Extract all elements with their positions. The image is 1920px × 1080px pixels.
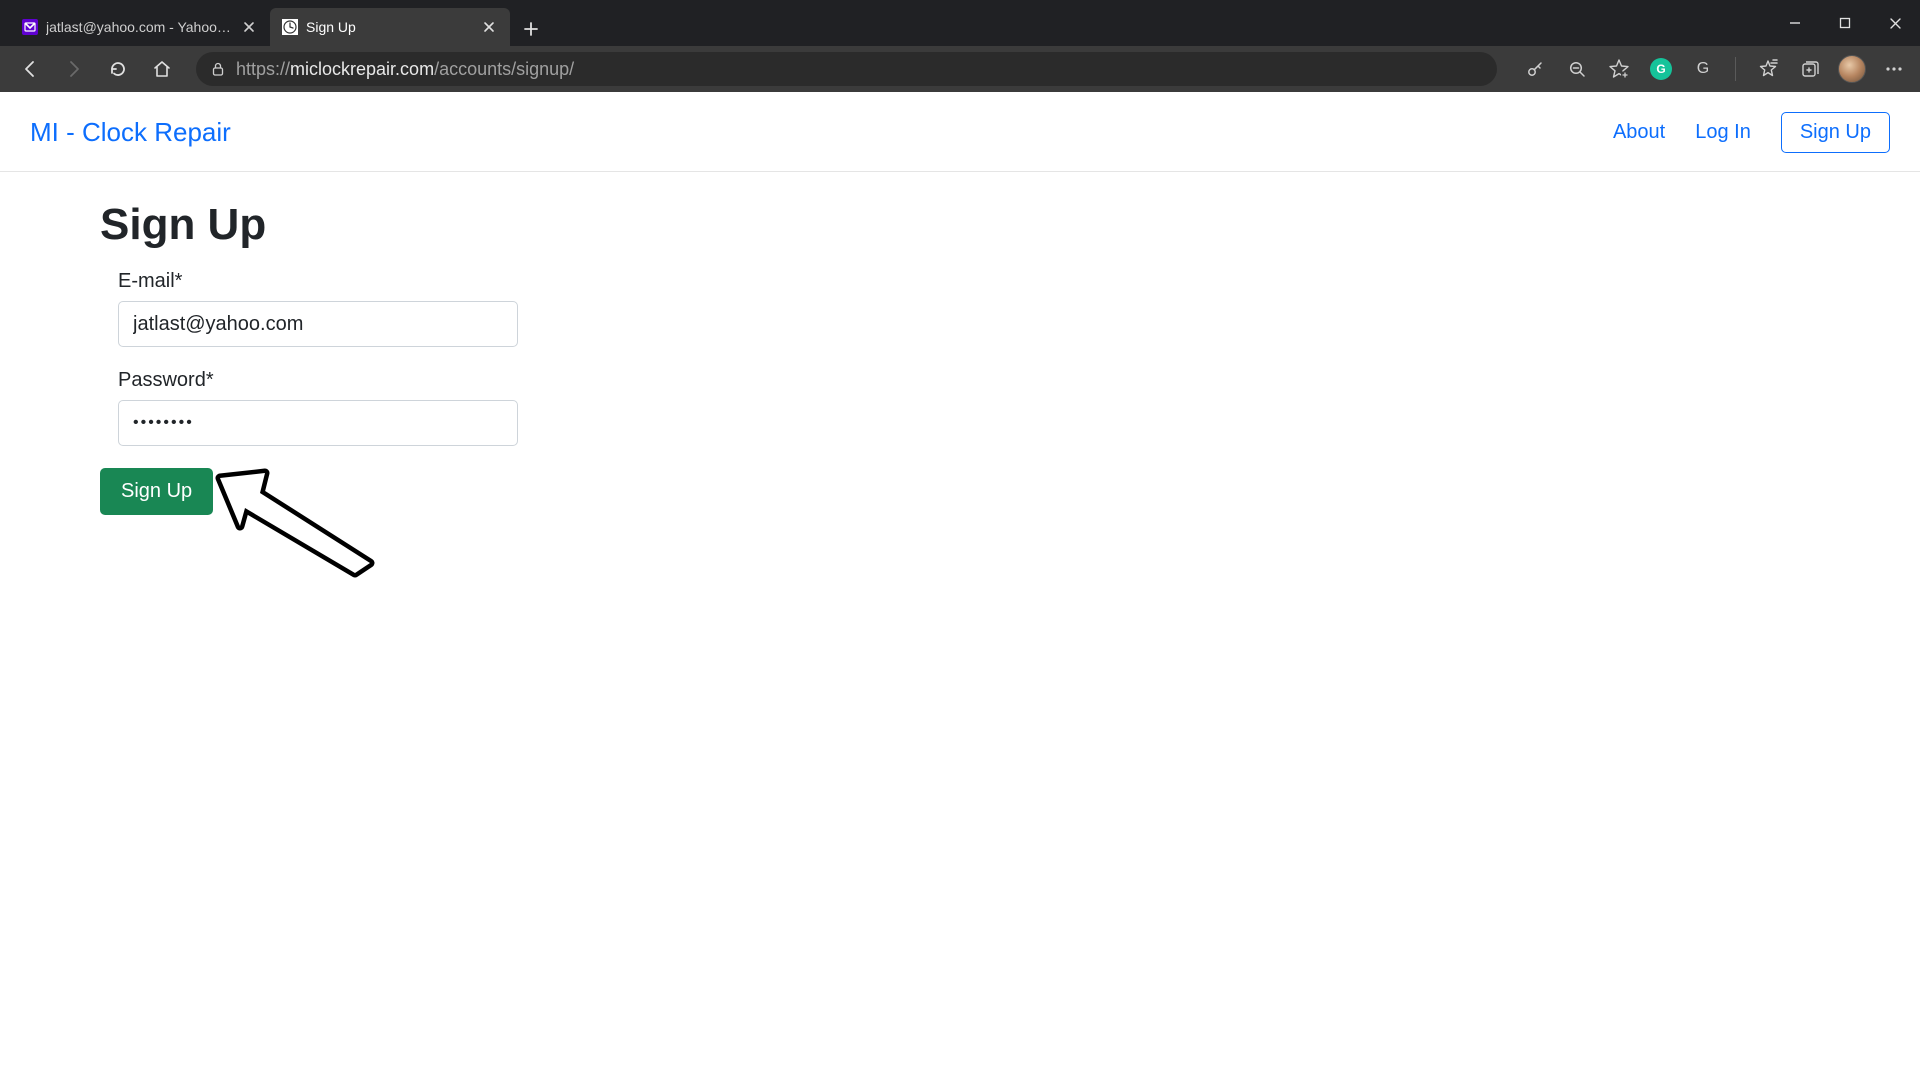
tabs-area: jatlast@yahoo.com - Yahoo Mail Sign Up: [0, 0, 546, 46]
profile-avatar[interactable]: [1838, 55, 1866, 83]
forward-button[interactable]: [56, 51, 92, 87]
url-text: https://miclockrepair.com/accounts/signu…: [236, 59, 574, 80]
signup-submit-button[interactable]: Sign Up: [100, 468, 213, 515]
password-label: Password*: [100, 369, 1820, 392]
nav-link-about[interactable]: About: [1613, 121, 1665, 144]
password-form-group: Password* ••••••••: [100, 369, 1820, 446]
window-close-button[interactable]: [1870, 0, 1920, 46]
site-brand-link[interactable]: MI - Clock Repair: [30, 117, 231, 148]
address-bar[interactable]: https://miclockrepair.com/accounts/signu…: [196, 52, 1497, 86]
tab-close-icon[interactable]: [480, 18, 498, 36]
window-minimize-button[interactable]: [1770, 0, 1820, 46]
key-icon[interactable]: [1521, 55, 1549, 83]
password-mask: ••••••••: [133, 414, 194, 432]
email-form-group: E-mail*: [100, 270, 1820, 347]
nav-links: About Log In Sign Up: [1613, 112, 1890, 153]
email-field[interactable]: [118, 301, 518, 347]
favorites-star-icon[interactable]: [1605, 55, 1633, 83]
email-label: E-mail*: [100, 270, 1820, 293]
main-content: Sign Up E-mail* Password* •••••••• Sign …: [0, 172, 1920, 543]
collections-icon[interactable]: [1796, 55, 1824, 83]
tab-title: jatlast@yahoo.com - Yahoo Mail: [46, 19, 232, 35]
new-tab-button[interactable]: [516, 14, 546, 44]
toolbar-separator: [1735, 57, 1736, 81]
grammarly-extension-icon[interactable]: G: [1647, 55, 1675, 83]
toolbar-right: G G: [1521, 55, 1908, 83]
annotation-arrow-icon: [210, 468, 380, 583]
tab-yahoo-mail[interactable]: jatlast@yahoo.com - Yahoo Mail: [10, 8, 270, 46]
page-heading: Sign Up: [100, 200, 1820, 250]
url-protocol: https://: [236, 59, 290, 79]
window-controls: [1770, 0, 1920, 46]
window-maximize-button[interactable]: [1820, 0, 1870, 46]
yahoo-favicon-icon: [22, 19, 38, 35]
site-navbar: MI - Clock Repair About Log In Sign Up: [0, 92, 1920, 172]
zoom-icon[interactable]: [1563, 55, 1591, 83]
page-content: MI - Clock Repair About Log In Sign Up S…: [0, 92, 1920, 1080]
home-button[interactable]: [144, 51, 180, 87]
browser-tab-strip: jatlast@yahoo.com - Yahoo Mail Sign Up: [0, 0, 1920, 46]
nav-signup-button[interactable]: Sign Up: [1781, 112, 1890, 153]
password-field[interactable]: ••••••••: [118, 400, 518, 446]
nav-link-login[interactable]: Log In: [1695, 121, 1751, 144]
extension-g-icon[interactable]: G: [1689, 55, 1717, 83]
url-host: miclockrepair.com: [290, 59, 434, 79]
settings-more-icon[interactable]: [1880, 55, 1908, 83]
site-favicon-icon: [282, 19, 298, 35]
favorites-list-icon[interactable]: [1754, 55, 1782, 83]
lock-icon: [210, 61, 226, 77]
tab-signup[interactable]: Sign Up: [270, 8, 510, 46]
url-path: /accounts/signup/: [434, 59, 574, 79]
back-button[interactable]: [12, 51, 48, 87]
refresh-button[interactable]: [100, 51, 136, 87]
tab-close-icon[interactable]: [240, 18, 258, 36]
tab-title: Sign Up: [306, 19, 472, 35]
browser-toolbar: https://miclockrepair.com/accounts/signu…: [0, 46, 1920, 92]
